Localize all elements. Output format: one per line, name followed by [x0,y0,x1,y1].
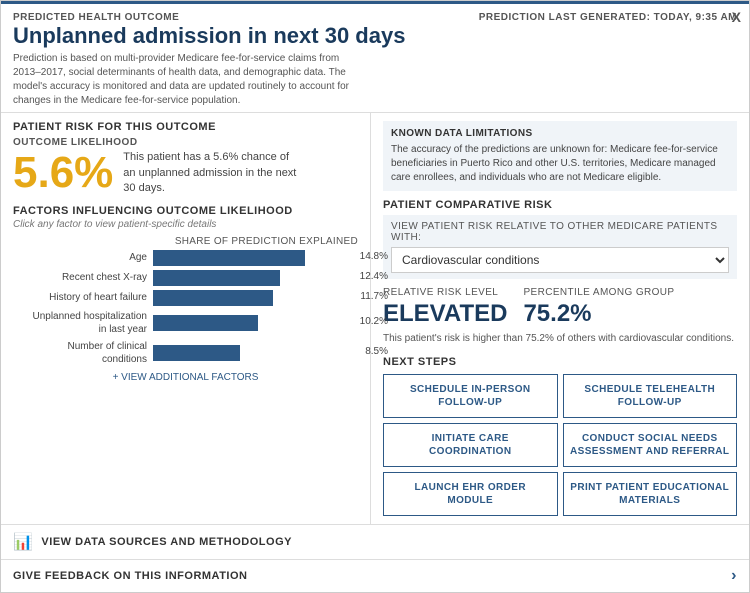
view-additional-link[interactable]: + VIEW ADDITIONAL FACTORS [13,372,358,383]
feedback-bar[interactable]: GIVE FEEDBACK ON THIS INFORMATION › [1,560,749,592]
comparative-box: VIEW PATIENT RISK RELATIVE TO OTHER MEDI… [383,215,737,279]
percentile-value: 75.2% [523,300,674,328]
bar-row-conditions[interactable]: Number of clinicalconditions 8.5% [13,340,358,366]
header: PREDICTED HEALTH OUTCOME Unplanned admis… [1,4,749,113]
limitations-text: The accuracy of the predictions are unkn… [391,143,729,185]
bar-container-age: 14.8% [153,250,358,266]
right-column: KNOWN DATA LIMITATIONS The accuracy of t… [371,113,749,524]
outcome-percent: 5.6% [13,151,113,195]
data-sources-label: VIEW DATA SOURCES AND METHODOLOGY [41,536,292,548]
ehr-order-button[interactable]: LAUNCH EHR ORDERMODULE [383,472,558,516]
comparative-section-title: PATIENT COMPARATIVE RISK [383,199,737,211]
outcome-row: 5.6% This patient has a 5.6% chance of a… [13,150,358,196]
next-steps-section: NEXT STEPS SCHEDULE IN-PERSONFOLLOW-UP S… [383,356,737,516]
header-right: PREDICTION LAST GENERATED: TODAY, 9:35 A… [479,12,737,23]
bar-value-hosp: 10.2% [360,316,388,327]
bar-container-xray: 12.4% [153,270,358,286]
outcome-desc: This patient has a 5.6% chance of an unp… [123,150,303,196]
bar-fill-age [153,250,305,266]
bar-label-hosp: Unplanned hospitalizationin last year [13,310,153,336]
feedback-arrow-icon: › [731,567,737,585]
main-content: PATIENT RISK FOR THIS OUTCOME OUTCOME LI… [1,113,749,525]
main-container: PREDICTED HEALTH OUTCOME Unplanned admis… [0,0,750,593]
percentile-block: PERCENTILE AMONG GROUP 75.2% [523,287,674,328]
factors-title: FACTORS INFLUENCING OUTCOME LIKELIHOOD [13,205,358,217]
print-materials-button[interactable]: PRINT PATIENT EDUCATIONAL MATERIALS [563,472,738,516]
limitations-box: KNOWN DATA LIMITATIONS The accuracy of t… [383,121,737,191]
predicted-label: PREDICTED HEALTH OUTCOME [13,12,405,23]
bar-fill-hosp [153,315,258,331]
bar-label-heart: History of heart failure [13,291,153,304]
next-steps-grid: SCHEDULE IN-PERSONFOLLOW-UP SCHEDULE TEL… [383,374,737,516]
bar-row-xray[interactable]: Recent chest X-ray 12.4% [13,270,358,286]
schedule-telehealth-button[interactable]: SCHEDULE TELEHEALTHFOLLOW-UP [563,374,738,418]
schedule-inperson-button[interactable]: SCHEDULE IN-PERSONFOLLOW-UP [383,374,558,418]
limitations-title: KNOWN DATA LIMITATIONS [391,127,729,141]
left-column: PATIENT RISK FOR THIS OUTCOME OUTCOME LI… [1,113,371,524]
risk-level-block: RELATIVE RISK LEVEL ELEVATED [383,287,507,328]
bar-label-xray: Recent chest X-ray [13,271,153,284]
bar-fill-xray [153,270,280,286]
bar-label-age: Age [13,251,153,264]
bar-value-conditions: 8.5% [365,346,388,357]
bar-container-hosp: 10.2% [153,315,358,331]
feedback-label: GIVE FEEDBACK ON THIS INFORMATION [13,570,247,582]
patient-risk-section: OUTCOME LIKELIHOOD 5.6% This patient has… [13,137,358,196]
patient-risk-title: PATIENT RISK FOR THIS OUTCOME [13,121,358,133]
next-steps-title: NEXT STEPS [383,356,737,368]
header-left: PREDICTED HEALTH OUTCOME Unplanned admis… [13,12,405,108]
factors-subtitle: Click any factor to view patient-specifi… [13,219,358,230]
risk-level-value: ELEVATED [383,300,507,328]
bar-value-xray: 12.4% [360,271,388,282]
social-needs-button[interactable]: CONDUCT SOCIAL NEEDS ASSESSMENT AND REFE… [563,423,738,467]
bar-row-age[interactable]: Age 14.8% [13,250,358,266]
share-label: SHARE OF PREDICTION EXPLAINED [13,236,358,247]
bar-row-heart[interactable]: History of heart failure 11.7% [13,290,358,306]
close-button[interactable]: X [732,9,741,25]
prediction-timestamp: PREDICTION LAST GENERATED: TODAY, 9:35 A… [479,12,737,23]
header-subtitle: Prediction is based on multi-provider Me… [13,52,353,108]
bar-value-heart: 11.7% [360,291,388,302]
risk-level-label: RELATIVE RISK LEVEL [383,287,507,298]
bar-row-hosp[interactable]: Unplanned hospitalizationin last year 10… [13,310,358,336]
bar-fill-heart [153,290,273,306]
bar-value-age: 14.8% [360,251,388,262]
initiate-care-button[interactable]: INITIATE CARECOORDINATION [383,423,558,467]
bar-container-conditions: 8.5% [153,345,358,361]
cardiovascular-select[interactable]: Cardiovascular conditions Diabetes Hyper… [391,247,729,273]
bar-fill-conditions [153,345,240,361]
factors-section: FACTORS INFLUENCING OUTCOME LIKELIHOOD C… [13,205,358,383]
percentile-label: PERCENTILE AMONG GROUP [523,287,674,298]
page-title: Unplanned admission in next 30 days [13,23,405,49]
data-sources-icon: 📊 [13,532,33,552]
bar-label-conditions: Number of clinicalconditions [13,340,153,366]
outcome-likelihood-label: OUTCOME LIKELIHOOD [13,137,358,148]
bar-container-heart: 11.7% [153,290,358,306]
data-sources-bar[interactable]: 📊 VIEW DATA SOURCES AND METHODOLOGY [1,525,749,560]
comp-box-label: VIEW PATIENT RISK RELATIVE TO OTHER MEDI… [391,221,729,243]
risk-description: This patient's risk is higher than 75.2%… [383,332,737,346]
risk-row: RELATIVE RISK LEVEL ELEVATED PERCENTILE … [383,287,737,328]
